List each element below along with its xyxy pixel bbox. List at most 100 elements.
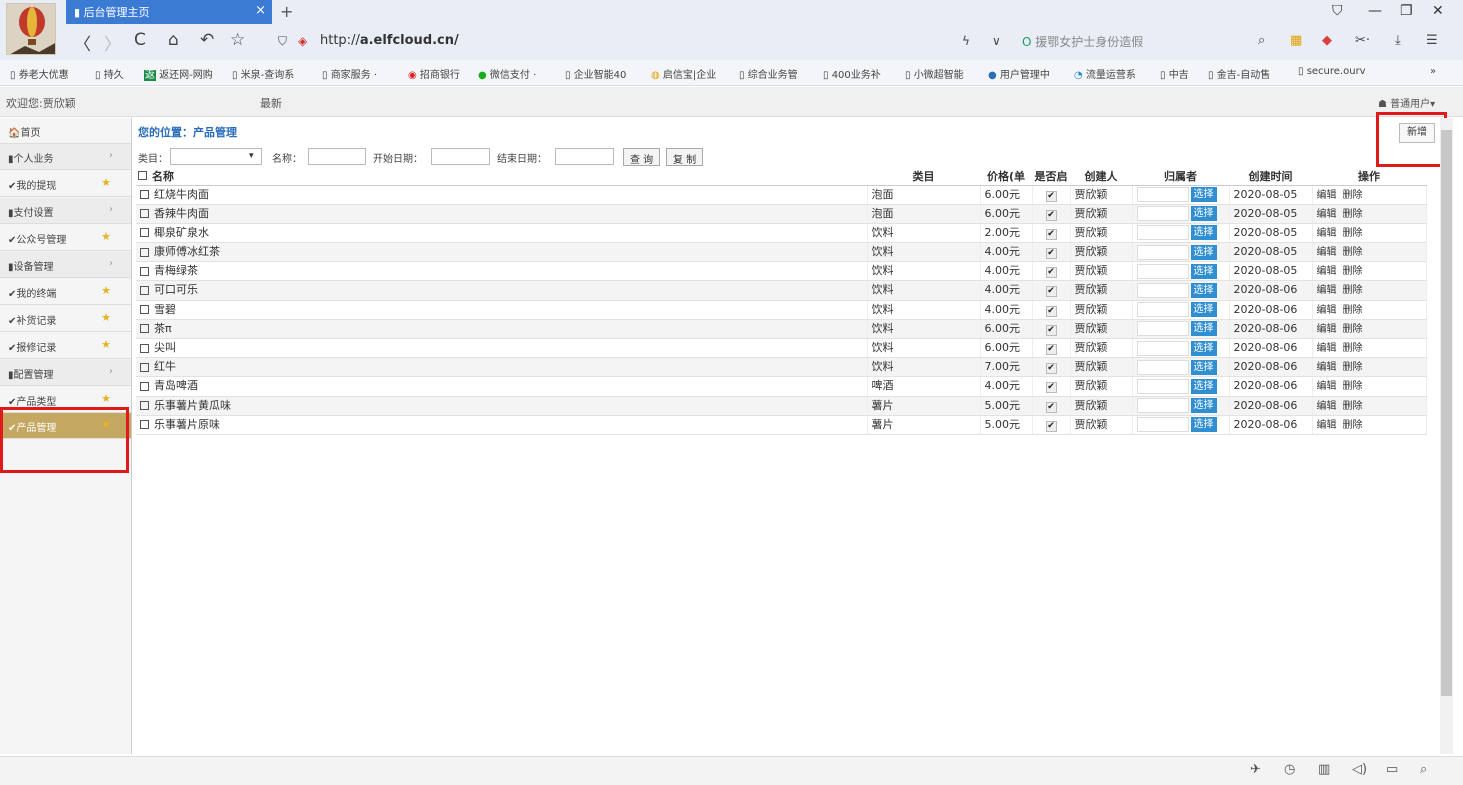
star-icon[interactable]: ★ <box>101 392 111 405</box>
row-checkbox[interactable] <box>140 247 149 257</box>
back-icon[interactable]: 〈 <box>74 30 91 55</box>
delete-link[interactable]: 删除 <box>1343 343 1363 354</box>
enabled-checkbox[interactable]: ✔ <box>1045 248 1057 260</box>
scrollbar-thumb[interactable] <box>1441 130 1452 696</box>
star-icon[interactable]: ★ <box>101 338 111 351</box>
enabled-checkbox[interactable]: ✔ <box>1045 267 1057 279</box>
table-row[interactable]: 乐事薯片黄瓜味 薯片 5.00元 ✔ 贾欣颖 选择 2020-08-06 编辑 删除 <box>136 396 1427 416</box>
window-icon[interactable]: ▭ <box>1386 762 1398 777</box>
edit-link[interactable]: 编辑 <box>1317 190 1337 201</box>
enabled-checkbox[interactable]: ✔ <box>1045 344 1057 355</box>
row-checkbox[interactable] <box>140 420 149 430</box>
edit-link[interactable]: 编辑 <box>1317 381 1337 392</box>
row-checkbox[interactable] <box>140 266 149 276</box>
owner-input[interactable] <box>1136 282 1189 298</box>
table-row[interactable]: 香辣牛肉面 泡面 6.00元 ✔ 贾欣颖 选择 2020-08-05 编辑 删除 <box>136 204 1427 224</box>
pick-owner-button[interactable]: 选择 <box>1190 225 1217 241</box>
owner-input[interactable] <box>1136 244 1189 260</box>
bookmark-item[interactable]: ◉ 招商银行 <box>408 66 460 81</box>
owner-input[interactable] <box>1136 263 1189 279</box>
edit-link[interactable]: 编辑 <box>1317 324 1337 335</box>
pick-owner-button[interactable]: 选择 <box>1190 417 1217 433</box>
table-row[interactable]: 红牛 饮料 7.00元 ✔ 贾欣颖 选择 2020-08-06 编辑 删除 <box>136 357 1427 378</box>
shirt-icon[interactable]: ⛉ <box>1332 3 1343 19</box>
table-row[interactable]: 尖叫 饮料 6.00元 ✔ 贾欣颖 选择 2020-08-06 编辑 删除 <box>136 338 1427 359</box>
new-tab-button[interactable]: + <box>280 2 293 21</box>
select-all-checkbox[interactable] <box>138 171 147 180</box>
table-row[interactable]: 雪碧 饮料 4.00元 ✔ 贾欣颖 选择 2020-08-06 编辑 删除 <box>136 300 1427 320</box>
owner-column-header[interactable]: 归属者 <box>1132 168 1229 186</box>
pick-owner-button[interactable]: 选择 <box>1190 378 1217 394</box>
price-column-header[interactable]: 价格(单 <box>980 168 1032 186</box>
table-row[interactable]: 茶π 饮料 6.00元 ✔ 贾欣颖 选择 2020-08-06 编辑 删除 <box>136 319 1427 340</box>
zoom-icon[interactable]: ⌕ <box>1420 762 1427 777</box>
pick-owner-button[interactable]: 选择 <box>1190 340 1217 356</box>
edit-link[interactable]: 编辑 <box>1317 305 1337 316</box>
bookmark-item[interactable]: ▯ 商家服务 · <box>322 66 377 81</box>
trash-icon[interactable]: ▥ <box>1318 762 1330 777</box>
delete-link[interactable]: 删除 <box>1343 266 1363 277</box>
bookmark-item[interactable]: ● 微信支付 · <box>478 66 536 81</box>
table-row[interactable]: 可口可乐 饮料 4.00元 ✔ 贾欣颖 选择 2020-08-06 编辑 删除 <box>136 280 1427 301</box>
row-checkbox[interactable] <box>140 190 149 199</box>
sidebar-group-config[interactable]: ▮配置管理 › <box>0 360 131 386</box>
sidebar-item-terminals[interactable]: ✔我的终端 ★ <box>0 279 131 305</box>
forward-icon[interactable]: 〉 <box>104 30 121 55</box>
owner-input[interactable] <box>1136 340 1189 356</box>
pick-owner-button[interactable]: 选择 <box>1190 321 1217 337</box>
close-window-button[interactable]: ✕ <box>1432 3 1444 19</box>
scissors-icon[interactable]: ✂· <box>1355 33 1370 48</box>
row-checkbox[interactable] <box>140 381 149 391</box>
owner-input[interactable] <box>1136 321 1189 337</box>
sidebar-item-restock[interactable]: ✔补货记录 ★ <box>0 306 131 332</box>
created-column-header[interactable]: 创建时间 <box>1229 168 1312 186</box>
bookmark-item[interactable]: ▯ 400业务补 <box>823 66 881 81</box>
table-row[interactable]: 青梅绿茶 饮料 4.00元 ✔ 贾欣颖 选择 2020-08-05 编辑 删除 <box>136 261 1427 282</box>
edit-link[interactable]: 编辑 <box>1317 343 1337 354</box>
star-icon[interactable]: ★ <box>101 311 111 324</box>
edit-link[interactable]: 编辑 <box>1317 247 1337 258</box>
row-checkbox[interactable] <box>140 343 149 353</box>
owner-input[interactable] <box>1136 225 1189 241</box>
delete-link[interactable]: 删除 <box>1343 190 1363 201</box>
pick-owner-button[interactable]: 选择 <box>1190 263 1217 279</box>
pick-owner-button[interactable]: 选择 <box>1190 244 1217 260</box>
owner-input[interactable] <box>1136 359 1189 375</box>
table-row[interactable]: 红烧牛肉面 泡面 6.00元 ✔ 贾欣颖 选择 2020-08-05 编辑 删除 <box>136 185 1427 205</box>
owner-input[interactable] <box>1136 302 1189 318</box>
edit-link[interactable]: 编辑 <box>1317 420 1337 431</box>
copy-button[interactable]: 复 制 <box>666 148 704 166</box>
bookmark-item[interactable]: ▯ 中吉 <box>1160 66 1189 81</box>
row-checkbox[interactable] <box>140 228 149 238</box>
owner-input[interactable] <box>1136 417 1189 433</box>
bookmark-item[interactable]: ● 用户管理中 <box>988 66 1050 81</box>
star-icon[interactable]: ★ <box>101 176 111 189</box>
row-checkbox[interactable] <box>140 401 149 411</box>
delete-link[interactable]: 删除 <box>1343 324 1363 335</box>
sidebar-item-withdraw[interactable]: ✔我的提现 ★ <box>0 171 131 197</box>
edit-link[interactable]: 编辑 <box>1317 362 1337 373</box>
menu-icon[interactable]: ☰ <box>1426 33 1438 48</box>
search-icon[interactable]: ⌕ <box>1258 33 1265 48</box>
category-select[interactable]: ▾ <box>170 148 262 165</box>
owner-input[interactable] <box>1136 187 1189 202</box>
edit-link[interactable]: 编辑 <box>1317 209 1337 220</box>
pick-owner-button[interactable]: 选择 <box>1190 359 1217 375</box>
sidebar-group-devices[interactable]: ▮设备管理 › <box>0 252 131 278</box>
enabled-checkbox[interactable]: ✔ <box>1045 382 1057 394</box>
pick-owner-button[interactable]: 选择 <box>1190 187 1217 202</box>
volume-icon[interactable]: ◁) <box>1352 762 1367 777</box>
row-checkbox[interactable] <box>140 362 149 372</box>
close-tab-icon[interactable]: × <box>255 3 266 18</box>
delete-link[interactable]: 删除 <box>1343 247 1363 258</box>
user-menu[interactable]: ☗ 普通用户▾ <box>1378 95 1435 110</box>
star-icon[interactable]: ★ <box>101 230 111 243</box>
pick-owner-button[interactable]: 选择 <box>1190 398 1217 414</box>
edit-link[interactable]: 编辑 <box>1317 266 1337 277</box>
tab-admin-home[interactable]: ▮ 后台管理主页 × <box>66 0 272 24</box>
home-icon[interactable]: ⌂ <box>168 30 179 50</box>
game-icon[interactable]: ◆ <box>1322 33 1332 48</box>
delete-link[interactable]: 删除 <box>1343 228 1363 239</box>
owner-input[interactable] <box>1136 398 1189 414</box>
delete-link[interactable]: 删除 <box>1343 381 1363 392</box>
